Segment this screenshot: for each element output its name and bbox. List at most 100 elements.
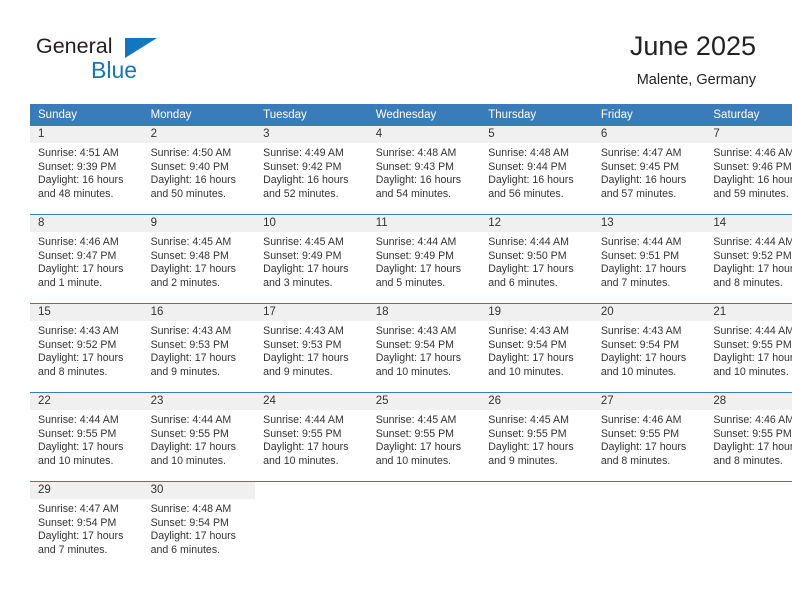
day-details: Sunrise: 4:44 AM Sunset: 9:55 PM Dayligh… <box>143 410 256 468</box>
daylight-text-line1: Daylight: 17 hours <box>600 263 687 276</box>
daylight-text-line1: Daylight: 17 hours <box>38 530 124 543</box>
day-cell[interactable]: 14 Sunrise: 4:44 AM Sunset: 9:52 PM Dayl… <box>705 214 792 304</box>
page-subtitle-location: Malente, Germany <box>636 72 756 88</box>
daylight-text-line2: and 2 minutes. <box>150 276 221 289</box>
weekday-header-thursday: Thursday <box>480 104 593 126</box>
daylight-text-line1: Daylight: 17 hours <box>488 352 574 365</box>
day-details: Sunrise: 4:45 AM Sunset: 9:55 PM Dayligh… <box>480 410 593 468</box>
day-cell[interactable]: 27 Sunrise: 4:46 AM Sunset: 9:55 PM Dayl… <box>592 392 706 482</box>
sunset-text: Sunset: 9:55 PM <box>375 427 455 440</box>
sunrise-text: Sunrise: 4:45 AM <box>375 414 457 426</box>
sunrise-text: Sunrise: 4:43 AM <box>150 325 232 337</box>
daylight-text-line2: and 9 minutes. <box>488 454 558 467</box>
day-cell[interactable]: 10 Sunrise: 4:45 AM Sunset: 9:49 PM Dayl… <box>255 214 368 304</box>
daylight-text-line2: and 8 minutes. <box>713 276 783 289</box>
sunrise-text: Sunrise: 4:48 AM <box>375 147 457 159</box>
daylight-text-line1: Daylight: 17 hours <box>488 263 574 276</box>
weekday-header-sunday: Sunday <box>30 104 143 126</box>
day-cell[interactable]: 2 Sunrise: 4:50 AM Sunset: 9:40 PM Dayli… <box>142 126 256 215</box>
day-cell[interactable]: 13 Sunrise: 4:44 AM Sunset: 9:51 PM Dayl… <box>592 214 706 304</box>
daylight-text-line1: Daylight: 17 hours <box>263 352 349 365</box>
daylight-text-line2: and 52 minutes. <box>263 187 339 200</box>
day-cell[interactable]: 20 Sunrise: 4:43 AM Sunset: 9:54 PM Dayl… <box>592 303 706 393</box>
day-details: Sunrise: 4:48 AM Sunset: 9:44 PM Dayligh… <box>480 143 593 201</box>
sunset-text: Sunset: 9:54 PM <box>38 516 117 529</box>
sunset-text: Sunset: 9:54 PM <box>600 338 680 351</box>
day-details: Sunrise: 4:46 AM Sunset: 9:55 PM Dayligh… <box>593 410 706 468</box>
day-number: 15 <box>30 304 143 321</box>
day-number: 11 <box>367 215 481 232</box>
daylight-text-line2: and 5 minutes. <box>375 276 446 289</box>
day-number: 1 <box>30 126 143 143</box>
day-cell[interactable]: 15 Sunrise: 4:43 AM Sunset: 9:52 PM Dayl… <box>30 303 143 393</box>
day-cell[interactable]: 9 Sunrise: 4:45 AM Sunset: 9:48 PM Dayli… <box>142 214 256 304</box>
day-number: 26 <box>480 393 593 410</box>
day-cell[interactable]: 7 Sunrise: 4:46 AM Sunset: 9:46 PM Dayli… <box>705 126 792 215</box>
daylight-text-line1: Daylight: 16 hours <box>713 174 792 187</box>
daylight-text-line2: and 10 minutes. <box>375 454 452 467</box>
day-number: 2 <box>142 126 256 143</box>
sunset-text: Sunset: 9:40 PM <box>150 160 229 173</box>
day-details: Sunrise: 4:43 AM Sunset: 9:54 PM Dayligh… <box>480 321 593 379</box>
sunrise-text: Sunrise: 4:44 AM <box>713 325 792 337</box>
day-cell[interactable]: 3 Sunrise: 4:49 AM Sunset: 9:42 PM Dayli… <box>255 126 368 215</box>
day-cell[interactable]: 22 Sunrise: 4:44 AM Sunset: 9:55 PM Dayl… <box>30 392 143 482</box>
daylight-text-line2: and 7 minutes. <box>600 276 671 289</box>
page-title: June 2025 <box>629 31 756 61</box>
day-details: Sunrise: 4:51 AM Sunset: 9:39 PM Dayligh… <box>30 143 143 201</box>
daylight-text-line2: and 8 minutes. <box>38 365 108 378</box>
day-cell[interactable]: 6 Sunrise: 4:47 AM Sunset: 9:45 PM Dayli… <box>592 126 706 215</box>
day-cell[interactable]: 12 Sunrise: 4:44 AM Sunset: 9:50 PM Dayl… <box>480 214 593 304</box>
daylight-text-line2: and 10 minutes. <box>488 365 564 378</box>
day-details: Sunrise: 4:48 AM Sunset: 9:54 PM Dayligh… <box>143 499 256 557</box>
daylight-text-line1: Daylight: 17 hours <box>375 263 462 276</box>
day-cell[interactable]: 11 Sunrise: 4:44 AM Sunset: 9:49 PM Dayl… <box>367 214 481 304</box>
daylight-text-line1: Daylight: 17 hours <box>263 263 349 276</box>
day-number <box>255 482 368 499</box>
sunrise-text: Sunrise: 4:43 AM <box>600 325 682 337</box>
weekday-header-monday: Monday <box>142 104 256 126</box>
day-cell[interactable]: 28 Sunrise: 4:46 AM Sunset: 9:55 PM Dayl… <box>705 392 792 482</box>
day-details: Sunrise: 4:46 AM Sunset: 9:47 PM Dayligh… <box>30 232 143 290</box>
daylight-text-line2: and 56 minutes. <box>488 187 564 200</box>
day-number: 30 <box>142 482 256 499</box>
day-details: Sunrise: 4:45 AM Sunset: 9:55 PM Dayligh… <box>368 410 481 468</box>
day-cell[interactable]: 19 Sunrise: 4:43 AM Sunset: 9:54 PM Dayl… <box>480 303 593 393</box>
day-cell[interactable]: 16 Sunrise: 4:43 AM Sunset: 9:53 PM Dayl… <box>142 303 256 393</box>
sunrise-text: Sunrise: 4:50 AM <box>150 147 232 159</box>
sunset-text: Sunset: 9:54 PM <box>150 516 229 529</box>
daylight-text-line1: Daylight: 17 hours <box>488 441 574 454</box>
general-blue-logo[interactable]: General Blue <box>36 34 216 86</box>
day-details: Sunrise: 4:44 AM Sunset: 9:49 PM Dayligh… <box>368 232 481 290</box>
day-details: Sunrise: 4:46 AM Sunset: 9:46 PM Dayligh… <box>705 143 792 201</box>
day-details: Sunrise: 4:50 AM Sunset: 9:40 PM Dayligh… <box>143 143 256 201</box>
day-cell[interactable]: 29 Sunrise: 4:47 AM Sunset: 9:54 PM Dayl… <box>30 481 143 568</box>
day-number: 14 <box>705 215 792 232</box>
day-cell[interactable]: 4 Sunrise: 4:48 AM Sunset: 9:43 PM Dayli… <box>367 126 481 215</box>
daylight-text-line2: and 8 minutes. <box>713 454 783 467</box>
day-number: 12 <box>480 215 593 232</box>
day-number: 13 <box>592 215 706 232</box>
day-details: Sunrise: 4:44 AM Sunset: 9:55 PM Dayligh… <box>255 410 368 468</box>
day-cell[interactable]: 26 Sunrise: 4:45 AM Sunset: 9:55 PM Dayl… <box>480 392 593 482</box>
blue-triangle-logo-mark <box>125 38 157 58</box>
day-cell[interactable]: 1 Sunrise: 4:51 AM Sunset: 9:39 PM Dayli… <box>30 126 143 215</box>
daylight-text-line2: and 10 minutes. <box>600 365 677 378</box>
day-cell-empty <box>255 481 368 568</box>
sunset-text: Sunset: 9:53 PM <box>263 338 342 351</box>
day-cell[interactable]: 23 Sunrise: 4:44 AM Sunset: 9:55 PM Dayl… <box>142 392 256 482</box>
day-cell[interactable]: 24 Sunrise: 4:44 AM Sunset: 9:55 PM Dayl… <box>255 392 368 482</box>
sunset-text: Sunset: 9:48 PM <box>150 249 229 262</box>
day-details: Sunrise: 4:47 AM Sunset: 9:45 PM Dayligh… <box>593 143 706 201</box>
day-cell[interactable]: 8 Sunrise: 4:46 AM Sunset: 9:47 PM Dayli… <box>30 214 143 304</box>
day-cell[interactable]: 21 Sunrise: 4:44 AM Sunset: 9:55 PM Dayl… <box>705 303 792 393</box>
day-cell[interactable]: 5 Sunrise: 4:48 AM Sunset: 9:44 PM Dayli… <box>480 126 593 215</box>
weekday-header-wednesday: Wednesday <box>367 104 481 126</box>
daylight-text-line1: Daylight: 17 hours <box>375 441 462 454</box>
day-cell[interactable]: 18 Sunrise: 4:43 AM Sunset: 9:54 PM Dayl… <box>367 303 481 393</box>
daylight-text-line1: Daylight: 17 hours <box>38 352 124 365</box>
day-cell[interactable]: 17 Sunrise: 4:43 AM Sunset: 9:53 PM Dayl… <box>255 303 368 393</box>
day-cell[interactable]: 30 Sunrise: 4:48 AM Sunset: 9:54 PM Dayl… <box>142 481 256 568</box>
day-cell-empty <box>480 481 593 568</box>
day-cell[interactable]: 25 Sunrise: 4:45 AM Sunset: 9:55 PM Dayl… <box>367 392 481 482</box>
